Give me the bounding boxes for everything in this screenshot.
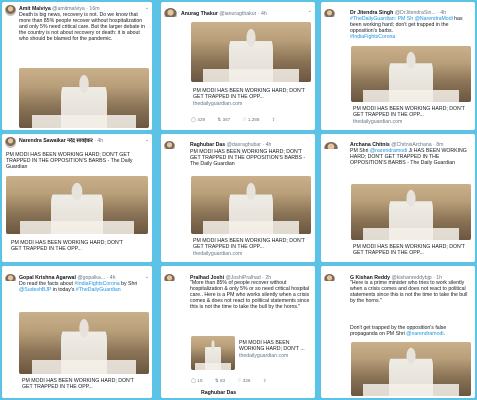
tweet-photo[interactable] [19, 68, 149, 128]
retweet-button[interactable]: ⇅ 83 [215, 378, 225, 384]
avatar[interactable] [5, 274, 16, 281]
tweet-text: "Here is a prime minister who tries to w… [350, 280, 468, 305]
author-handle[interactable]: · 4h [94, 138, 103, 144]
avatar[interactable] [324, 274, 335, 281]
author-name[interactable]: Anurag Thakur [181, 11, 218, 17]
tweet-text: PM MODI HAS BEEN WORKING HARD; DON'T GET… [6, 152, 133, 171]
link-card-title[interactable]: PM MODI HAS BEEN WORKING HARD; DON'T GET… [193, 238, 309, 257]
link-card-title[interactable]: PM MODI HAS BEEN WORKING HARD; DON'T GET… [11, 240, 132, 253]
tweet-text: "More than 85% of people recover without… [190, 280, 310, 311]
avatar[interactable] [164, 141, 175, 149]
share-icon[interactable]: ⇧ [272, 117, 276, 123]
author-handle[interactable]: @ianuragthakur · 4h [219, 11, 266, 17]
mention-link[interactable]: @narendramodi [370, 148, 407, 154]
mention-link[interactable]: @NarendraModi [415, 16, 453, 22]
author-name[interactable]: Narendra Sawaikar नरेंद्र सावईकर [19, 138, 93, 144]
tweet-header: Raghubar Das @dasraghubar · 4h [164, 137, 312, 149]
chevron-down-icon[interactable]: ⌄ [145, 137, 149, 143]
tweet-photo[interactable] [19, 312, 149, 374]
like-button[interactable]: ♡ 326 [237, 378, 250, 384]
tweet-header: Anurag Thakur @ianuragthakur · 4h [164, 5, 312, 17]
tweet-actions: ◯ 15 ⇅ 83 ♡ 326 ⇧ [191, 378, 309, 385]
avatar[interactable] [5, 5, 16, 16]
tweet-photo[interactable] [191, 336, 235, 370]
link-card-domain: thedailyguardian.com [193, 100, 243, 107]
hashtag-link[interactable]: #TheDailyGuardian [76, 287, 121, 293]
author-handle[interactable]: @dasraghubar · 4h [227, 142, 272, 148]
tweet-card-archana-chitnis[interactable]: Archana Chitnis @ChitnisArchana · 8m PM … [321, 134, 475, 262]
tweet-card-amit-malviya[interactable]: Amit Malviya @amitmalviya · 16m ⌄ Death … [2, 2, 152, 130]
mention-link[interactable]: @narendramodi [406, 331, 443, 337]
retweet-button[interactable]: ⇅ 367 [217, 117, 230, 123]
like-button[interactable]: ♡ 1,288 [242, 117, 259, 123]
avatar[interactable] [324, 142, 338, 149]
tweet-actions: ◯ 429 ⇅ 367 ♡ 1,288 ⇧ [191, 117, 309, 124]
reply-button[interactable]: ◯ 15 [191, 378, 203, 384]
tweet-text: PM MODI HAS BEEN WORKING HARD; DON'T GET… [190, 149, 306, 168]
avatar[interactable] [164, 274, 175, 281]
hashtag-link[interactable]: #IndiaFightsCorona [74, 281, 119, 287]
link-card-domain: thedailyguardian.com [353, 118, 403, 125]
retweet-count: 83 [219, 378, 226, 383]
reply-count: 429 [197, 117, 206, 122]
tweet-photo[interactable] [6, 176, 148, 234]
tweet-text: #TheDailyGuardian: PM Sh @NarendraModi h… [350, 16, 463, 41]
tweet-card-jitendra-singh[interactable]: Dr Jitendra Singh @DrJitendraSin... · 4h… [321, 2, 475, 130]
link-card-title[interactable]: PM MODI HAS BEEN WORKING HARD; DON'T GET… [353, 106, 469, 125]
avatar[interactable] [5, 137, 16, 148]
reply-button[interactable]: ◯ 429 [191, 117, 205, 123]
tweet-card-anurag-thakur[interactable]: Anurag Thakur @ianuragthakur · 4h ⌄ PM M… [161, 2, 315, 130]
link-card-domain: thedailyguardian.com [239, 352, 289, 359]
tweet-header: Narendra Sawaikar नरेंद्र सावईकर · 4h ⌄ [5, 137, 149, 149]
hashtag-link[interactable]: #IndiaFightsCorona [350, 34, 395, 40]
tweet-card-raghubar-das[interactable]: Raghubar Das @dasraghubar · 4h PM MODI H… [161, 134, 315, 262]
tweet-header: Gopal Krishna Agarwal @gopalka... · 4h [5, 269, 149, 281]
tweet-text: PM Shri @narendramodi Ji HAS BEEN WORKIN… [350, 148, 467, 167]
tweet-text: Do read the facts about #IndiaFightsCoro… [19, 281, 138, 294]
like-count: 1,288 [247, 117, 260, 122]
link-card-title[interactable]: PM MODI HAS BEEN WORKING HARD; DON'T ...… [239, 340, 309, 359]
share-icon[interactable]: ⇧ [263, 378, 267, 384]
tweet-card-pralhad-joshi[interactable]: Pralhad Joshi @JoshiPralhad · 2h "More t… [161, 266, 315, 398]
chevron-down-icon[interactable]: ⌄ [145, 274, 149, 280]
link-card-domain: thedailyguardian.com [193, 250, 243, 257]
hashtag-link[interactable]: #TheDailyGuardian: PM Sh [350, 16, 415, 22]
link-card-title[interactable]: PM MODI HAS BEEN WORKING HARD; DON'T GET… [22, 378, 134, 391]
avatar[interactable] [324, 9, 335, 17]
chevron-down-icon[interactable]: ⌄ [145, 5, 149, 11]
tweet-photo[interactable] [191, 22, 311, 82]
tweet-photo[interactable] [191, 176, 311, 234]
like-count: 326 [242, 378, 251, 383]
tweet-card-g-kishan-reddy[interactable]: G Kishan Reddy @kishanreddybjp · 1h "Her… [321, 266, 475, 398]
next-tweet-author[interactable]: Raghubar Das [201, 390, 236, 396]
tweet-photo[interactable] [351, 46, 471, 102]
tweet-card-gopal-krishna-agarwal[interactable]: Gopal Krishna Agarwal @gopalka... · 4h ⌄… [2, 266, 152, 398]
tweet-card-narendra-sawaikar[interactable]: Narendra Sawaikar नरेंद्र सावईकर · 4h ⌄ … [2, 134, 152, 262]
tweet-text: Death is big news, recovery is not. Do w… [19, 12, 146, 43]
tweet-text-second: Don't get trapped by the opposition's fa… [350, 325, 447, 338]
link-card-title[interactable]: PM MODI HAS BEEN WORKING HARD; DON'T GET… [193, 88, 309, 107]
retweet-count: 367 [222, 117, 231, 122]
author-name[interactable]: Raghubar Das [190, 142, 225, 148]
link-card-title[interactable]: PM MODI HAS BEEN WORKING HARD; DON'T GET… [353, 244, 469, 257]
reply-count: 15 [197, 378, 203, 383]
tweet-photo[interactable] [351, 342, 471, 396]
mention-link[interactable]: @SudeshBJP [19, 287, 51, 293]
avatar[interactable] [164, 8, 177, 17]
tweet-photo[interactable] [351, 184, 471, 240]
chevron-down-icon[interactable]: ⌄ [308, 8, 312, 14]
